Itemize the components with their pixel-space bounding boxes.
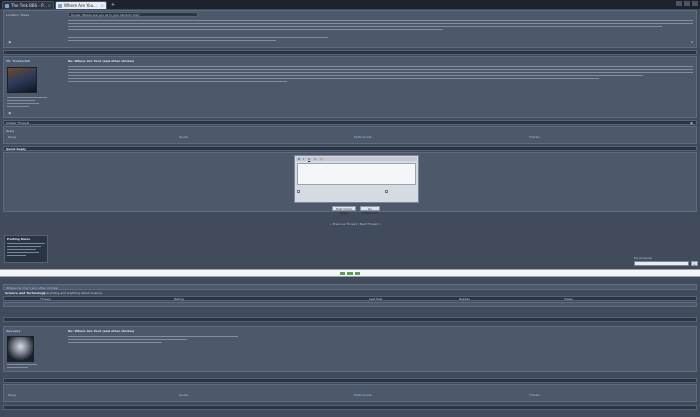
post-username[interactable]: Squeaky bbox=[6, 329, 56, 333]
window-controls bbox=[676, 1, 698, 6]
reply-bar-bottom bbox=[3, 378, 697, 383]
user-stats bbox=[7, 364, 37, 370]
posting-rules-title: Posting Rules bbox=[7, 237, 31, 241]
posting-rules-box: Posting Rules bbox=[4, 235, 48, 263]
section-title[interactable]: Science and Technology bbox=[5, 291, 45, 295]
post-title: Re: Where Are You? (and other stories) bbox=[68, 329, 135, 333]
quote-title: Quote: Where are you at in your fandom t… bbox=[71, 13, 140, 17]
reply-bar: Similar Threads ▣ bbox=[3, 120, 697, 125]
post-user-info: Location: Texas bbox=[6, 13, 29, 17]
editor-box: B I U ∞ ☺ bbox=[294, 155, 419, 203]
section-description: Everything and anything about science bbox=[43, 291, 102, 295]
editor-toolbar: B I U ∞ ☺ bbox=[296, 157, 417, 161]
post-body bbox=[68, 20, 693, 32]
forum-jump-select[interactable] bbox=[634, 261, 689, 266]
quick-reply-title: Quick Reply bbox=[6, 147, 27, 151]
post-username[interactable]: Mr. Trekkerbill bbox=[6, 59, 61, 63]
thanks-link[interactable]: Thanks bbox=[529, 393, 540, 397]
message-textarea[interactable] bbox=[297, 163, 416, 185]
post-body bbox=[68, 336, 238, 345]
col-last-post[interactable]: Last Post bbox=[369, 297, 382, 301]
tab-label: Where Are You... bbox=[64, 3, 97, 8]
breadcrumb: Where Are You? (and other stories) bbox=[3, 284, 697, 290]
similar-threads-label: Similar Threads bbox=[6, 121, 30, 125]
thread-tools: Reply Reply Quote Multi-Quote Thanks bbox=[3, 126, 697, 144]
quote-link[interactable]: Quote bbox=[179, 135, 188, 139]
go-advanced-button[interactable]: Go Advanced bbox=[360, 206, 380, 215]
quick-reply-header: Quick Reply bbox=[3, 146, 697, 151]
maximize-button[interactable] bbox=[684, 1, 690, 6]
posting-rules-list bbox=[7, 243, 45, 258]
report-icon[interactable]: ⚑ bbox=[8, 41, 12, 45]
section-row: Science and Technology Everything and an… bbox=[3, 291, 697, 295]
favicon-icon bbox=[5, 3, 9, 8]
user-avatar[interactable] bbox=[7, 336, 34, 362]
multi-quote-link[interactable]: Multi-Quote bbox=[354, 135, 372, 139]
multi-quote-link[interactable]: Multi-Quote bbox=[354, 393, 372, 397]
thread-row[interactable] bbox=[3, 302, 697, 307]
post-1: Location: Texas Quote: Where are you at … bbox=[3, 10, 697, 48]
reply-link[interactable]: Reply bbox=[8, 135, 16, 139]
footer-bar bbox=[3, 405, 697, 410]
favicon-icon bbox=[58, 3, 62, 8]
quote-box: Quote: Where are you at in your fandom t… bbox=[68, 12, 198, 17]
quote-checkbox[interactable] bbox=[297, 190, 300, 193]
col-thread[interactable]: Thread bbox=[40, 297, 51, 301]
thanks-link[interactable]: Thanks bbox=[529, 135, 540, 139]
go-button[interactable]: » bbox=[691, 261, 698, 266]
col-views[interactable]: Views bbox=[564, 297, 573, 301]
browser-tab-1[interactable]: The Trek BBS - P... × bbox=[2, 1, 54, 9]
post-2-header: · bbox=[3, 50, 697, 55]
post-body bbox=[68, 66, 693, 84]
post-tools-bottom: Reply Quote Multi-Quote Thanks bbox=[3, 384, 697, 402]
close-icon[interactable]: × bbox=[48, 3, 51, 8]
splitter-grip-icon[interactable] bbox=[340, 272, 360, 275]
col-replies[interactable]: Replies bbox=[459, 297, 470, 301]
link-icon[interactable]: ∞ bbox=[314, 157, 317, 161]
post-quick-reply-button[interactable]: Post Quick Reply bbox=[332, 206, 356, 215]
post-signature bbox=[68, 37, 328, 43]
frame-splitter[interactable] bbox=[0, 269, 700, 277]
smiley-icon[interactable]: ☺ bbox=[320, 157, 323, 161]
bold-icon[interactable]: B bbox=[298, 157, 300, 161]
browser-tab-2[interactable]: Where Are You... × bbox=[55, 1, 107, 9]
forum-jump-label: Forum Jump bbox=[634, 256, 653, 260]
report-icon[interactable]: ⚑ bbox=[8, 112, 12, 116]
quote-icon[interactable]: ❝ bbox=[691, 41, 693, 45]
quick-reply-area: B I U ∞ ☺ Post Quick Reply Go Advanced bbox=[3, 152, 697, 215]
col-rating[interactable]: Rating bbox=[174, 297, 184, 301]
tools-title: Reply bbox=[6, 129, 15, 133]
user-stats bbox=[7, 97, 47, 109]
user-avatar[interactable] bbox=[7, 67, 37, 93]
underline-icon[interactable]: U bbox=[308, 157, 310, 161]
thread-nav[interactable]: « Previous Thread | Next Thread » bbox=[330, 222, 381, 226]
post-header-bar bbox=[3, 317, 697, 322]
reply-icon[interactable]: ▣ bbox=[690, 121, 693, 125]
breadcrumb-path[interactable]: Where Are You? (and other stories) bbox=[6, 286, 58, 290]
close-window-button[interactable] bbox=[692, 1, 698, 6]
post-bottom: Squeaky Re: Where Are You? (and other st… bbox=[3, 326, 697, 372]
quote-link[interactable]: Quote bbox=[179, 393, 188, 397]
column-header: Thread Rating Last Post Replies Views bbox=[3, 296, 697, 301]
post-title: Re: Where Are You? (and other stories) bbox=[68, 59, 135, 63]
minimize-button[interactable] bbox=[676, 1, 682, 6]
post-date: · bbox=[6, 51, 7, 55]
post-2: Mr. Trekkerbill Re: Where Are You? (and … bbox=[3, 56, 697, 118]
close-icon[interactable]: × bbox=[101, 3, 104, 8]
top-frame: Location: Texas Quote: Where are you at … bbox=[0, 9, 700, 269]
browser-tab-bar: The Trek BBS - P... × Where Are You... ×… bbox=[0, 0, 700, 9]
signature-checkbox[interactable] bbox=[385, 190, 388, 193]
reply-link[interactable]: Reply bbox=[8, 393, 16, 397]
italic-icon[interactable]: I bbox=[303, 157, 304, 161]
new-tab-button[interactable]: + bbox=[110, 2, 116, 8]
tab-label: The Trek BBS - P... bbox=[11, 3, 47, 8]
bottom-frame: Where Are You? (and other stories) Scien… bbox=[0, 277, 700, 417]
